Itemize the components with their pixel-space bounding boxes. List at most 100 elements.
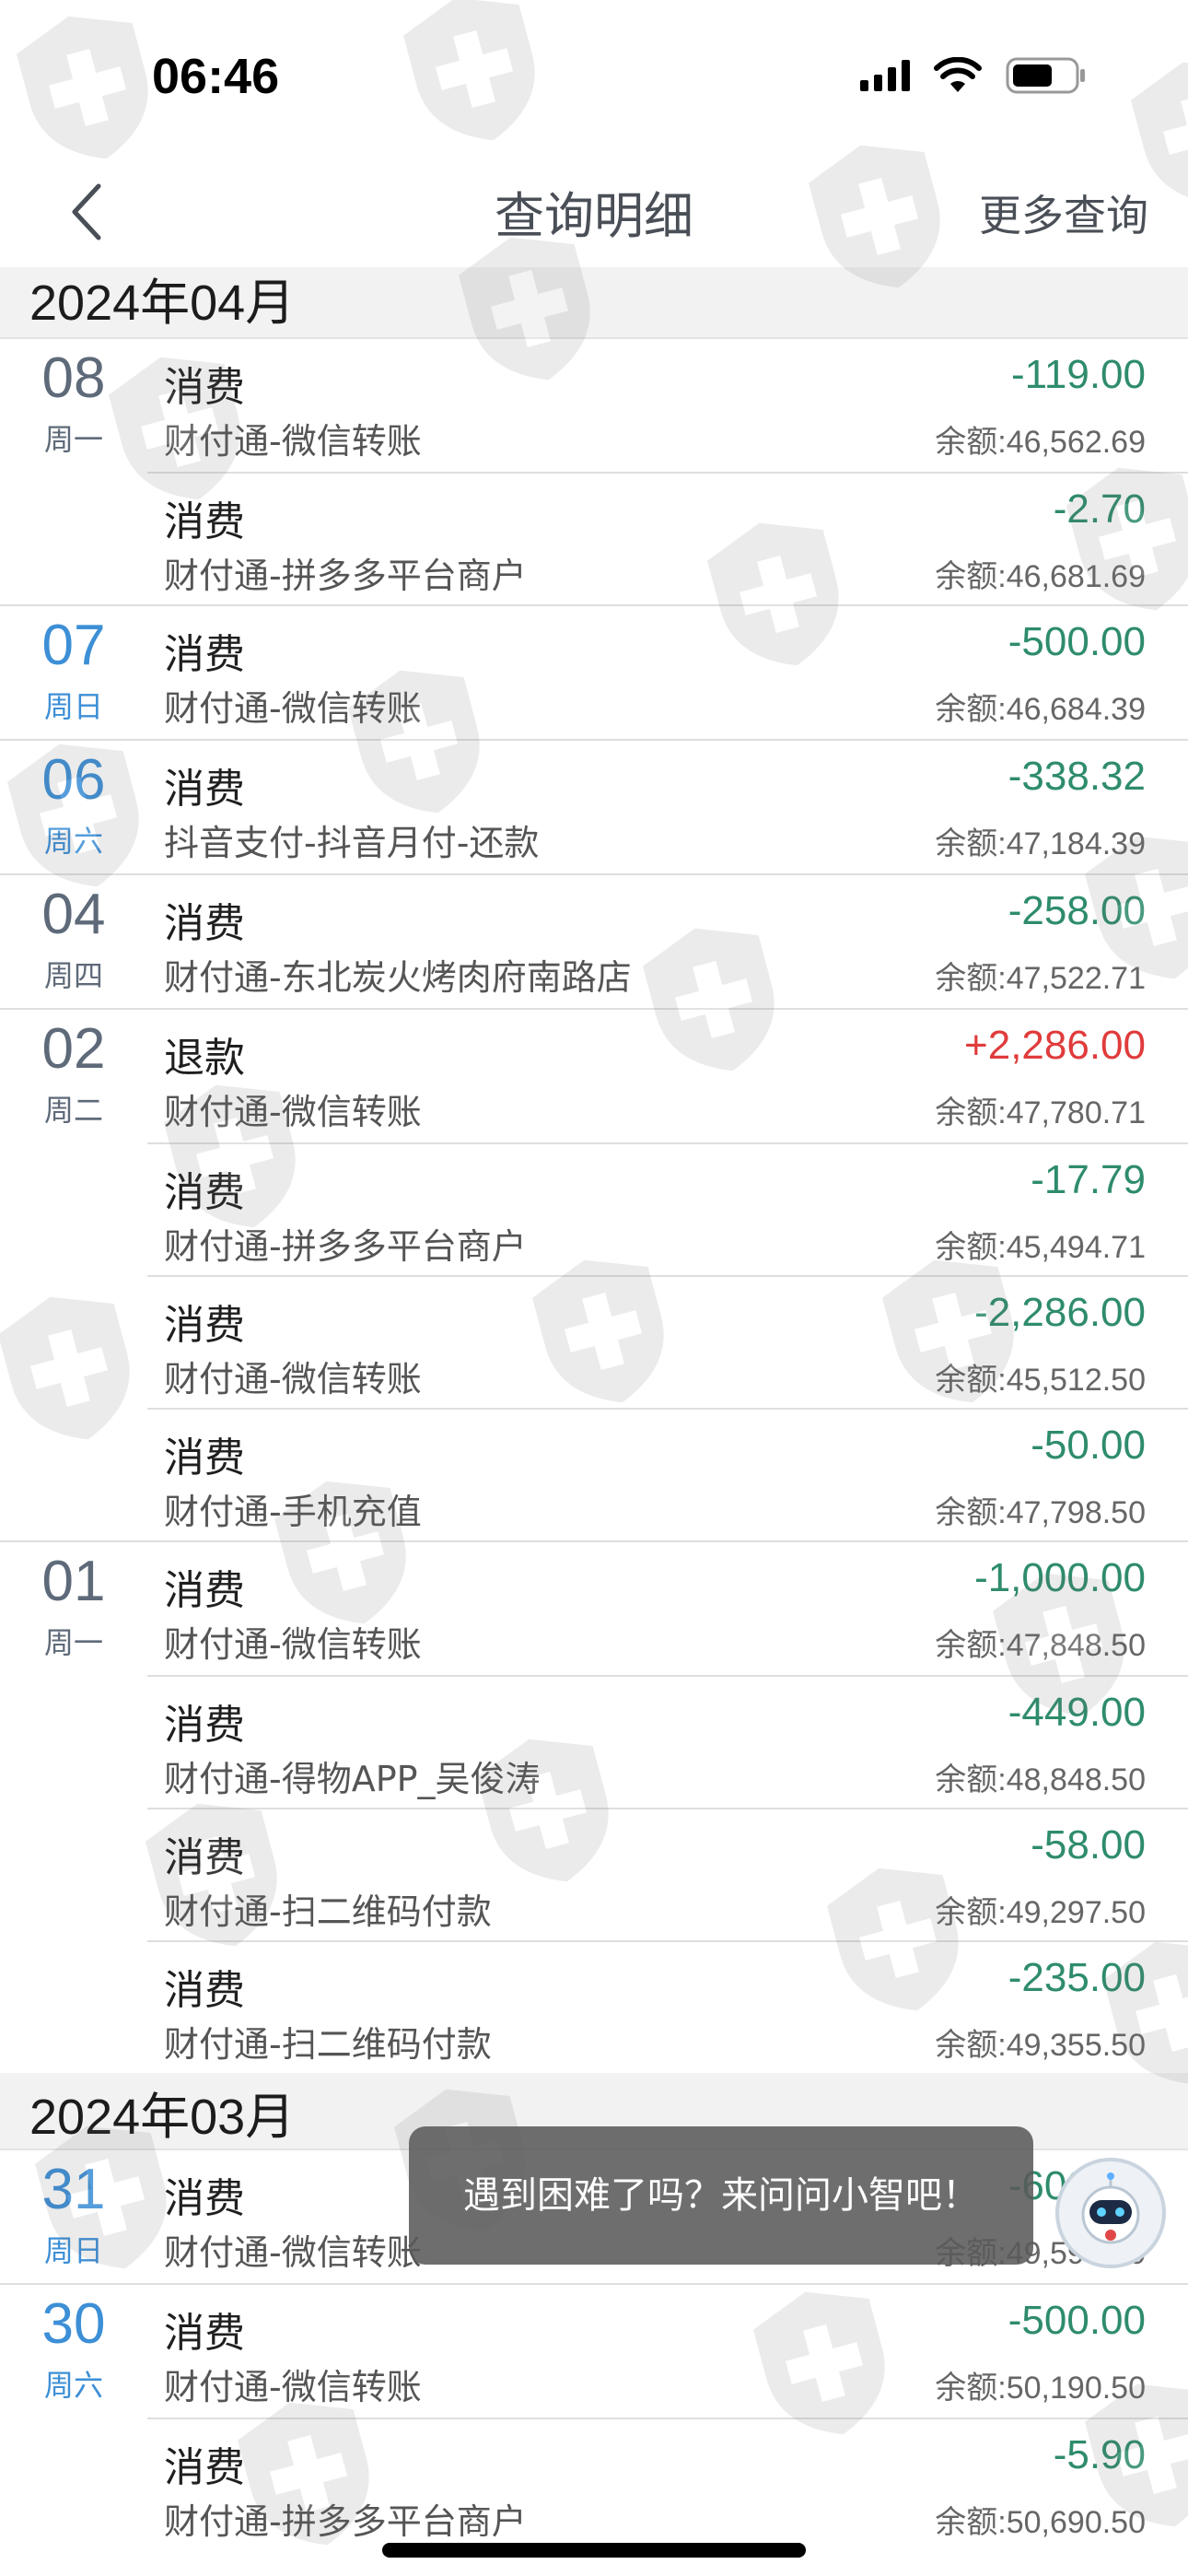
transaction-type: 消费 [164,2310,245,2357]
cellular-signal-icon [860,60,910,91]
transaction-amount: -5.90 [1053,2432,1146,2477]
day-weekday: 周日 [43,2233,103,2268]
transaction-type: 消费 [164,2444,245,2491]
more-query-button[interactable]: 更多查询 [939,182,1188,243]
transaction-balance: 余额:49,355.50 [935,2028,1146,2063]
nav-bar: 查询明细 更多查询 [0,157,1188,267]
transaction-type: 消费 [164,1567,245,1614]
transaction-type: 消费 [164,766,245,813]
transaction-description: 财付通-微信转账 [164,1624,422,1665]
transaction-balance: 余额:50,190.50 [935,2371,1146,2406]
transaction-type: 消费 [164,631,245,678]
transaction-description: 财付通-扫二维码付款 [164,1891,492,1932]
transaction-type: 消费 [164,1702,245,1749]
transaction-balance: 余额:45,512.50 [935,1363,1146,1398]
transaction-balance: 余额:45,494.71 [935,1230,1146,1265]
transaction-row[interactable]: 消费抖音支付-抖音月付-还款 -338.32 余额:47,184.39 [147,741,1188,873]
transaction-balance: 余额:46,684.39 [935,692,1146,727]
transaction-amount: +2,286.00 [964,1023,1146,1068]
transaction-description: 财付通-拼多多平台商户 [164,556,527,596]
transaction-type: 消费 [164,2175,245,2222]
transaction-description: 财付通-微信转账 [164,421,422,462]
transaction-balance: 余额:49,297.50 [935,1895,1146,1930]
transaction-amount: -500.00 [1007,2298,1146,2343]
transaction-type: 消费 [164,364,245,411]
transaction-balance: 余额:47,184.39 [935,826,1146,861]
transaction-amount: -58.00 [1031,1822,1146,1868]
transaction-description: 财付通-微信转账 [164,1092,422,1132]
day-weekday: 周日 [43,689,103,724]
robot-assistant-icon[interactable] [1055,2158,1166,2268]
day-group: 02 周二 退款 财付通-微信转账 +2,286.00 余额:47,780.71 消费 财付通… [0,1008,1188,1540]
day-group: 07 周日 消费 财付通-微信转账 -500.00 余额:46,684.39 [0,604,1188,739]
day-weekday: 周六 [43,824,103,859]
day-weekday: 周一 [43,422,103,457]
day-label: 30 周六 [0,2292,147,2405]
day-label: 08 周一 [0,346,147,459]
day-number: 01 [41,1550,106,1613]
status-bar: 06:46 [0,0,1188,157]
transaction-description: 财付通-拼多多平台商户 [164,1226,527,1267]
transaction-description: 抖音支付-抖音月付-还款 [164,823,540,863]
day-group: 30 周六 消费 财付通-微信转账 -500.00 余额:50,190.50 消费 财付通-拼… [0,2283,1188,2550]
day-number: 08 [41,346,106,410]
transaction-row[interactable]: 消费 财付通-微信转账 -500.00 余额:50,190.50 [147,2285,1188,2418]
day-number: 31 [41,2158,106,2221]
help-toast[interactable]: 遇到困难了吗？来问问小智吧！ [409,2126,1033,2265]
transaction-type: 消费 [164,498,245,545]
transaction-balance: 余额:47,798.50 [935,1495,1146,1530]
transaction-row[interactable]: 消费财付通-手机充值 -50.00 余额:47,798.50 [147,1408,1188,1540]
transaction-balance: 余额:50,690.50 [935,2505,1146,2540]
transaction-description: 财付通-得物APP_吴俊涛 [164,1759,541,1799]
day-number: 06 [41,748,106,812]
transaction-description: 财付通-微信转账 [164,2232,422,2273]
day-group: 06 周六 消费抖音支付-抖音月付-还款 -338.32 余额:47,184.39 [0,739,1188,873]
transaction-amount: -17.79 [1031,1157,1146,1202]
day-weekday: 周四 [43,958,103,993]
transaction-amount: -2.70 [1053,486,1146,532]
transaction-row[interactable]: 退款财付通-微信转账 +2,286.00 余额:47,780.71 [147,1010,1188,1142]
transaction-balance: 余额:46,562.69 [935,425,1146,460]
transaction-row[interactable]: 消费 财付通-微信转账 -2,286.00 余额:45,512.50 [147,1275,1188,1408]
transaction-amount: -50.00 [1031,1423,1146,1468]
day-number: 04 [41,883,106,946]
transaction-row[interactable]: 消费财付通-微信转账 -119.00 余额:46,562.69 [147,339,1188,472]
transaction-row[interactable]: 消费 财付通-微信转账 -500.00 余额:46,684.39 [147,606,1188,739]
day-number: 07 [41,614,106,677]
day-group: 08 周一 消费 财付通-微信转账 -119.00 余额:46,562.69 消费 财付通-拼… [0,339,1188,604]
wifi-icon [934,57,982,94]
day-label: 01 周一 [0,1550,147,1662]
transaction-row[interactable]: 消费财付通-扫二维码付款 -58.00 余额:49,297.50 [147,1808,1188,1940]
day-weekday: 周六 [43,2368,103,2403]
transaction-row[interactable]: 消费 财付通-拼多多平台商户 -17.79 余额:45,494.71 [147,1142,1188,1275]
transaction-row[interactable]: 消费 财付通-扫二维码付款 -235.00 余额:49,355.50 [147,1940,1188,2073]
transaction-balance: 余额:48,848.50 [935,1762,1146,1797]
transaction-type: 消费 [164,1834,245,1881]
day-number: 02 [41,1017,106,1081]
transaction-balance: 余额:47,780.71 [935,1095,1146,1130]
transaction-row[interactable]: 消费财付通-拼多多平台商户 -2.70 余额:46,681.69 [147,472,1188,604]
transaction-amount: -338.32 [1007,754,1146,799]
transaction-row[interactable]: 消费 财付通-拼多多平台商户 -5.90 余额:50,690.50 [147,2418,1188,2550]
transaction-amount: -119.00 [1011,352,1146,397]
day-label: 31 周日 [0,2158,147,2270]
day-label: 06 周六 [0,748,147,861]
battery-icon [1006,57,1087,94]
transaction-description: 财付通-微信转账 [164,1359,422,1399]
status-icons [860,57,1087,94]
transaction-description: 财付通-扫二维码付款 [164,2024,492,2065]
home-indicator [382,2543,806,2558]
transaction-row[interactable]: 消费 财付通-得物APP_吴俊涛 -449.00 余额:48,848.50 [147,1675,1188,1808]
transaction-balance: 余额:47,848.50 [935,1628,1146,1663]
day-group: 04 周四 消费 财付通-东北炭火烤肉府南路店 -258.00 余额:47,522.71 [0,873,1188,1008]
transaction-balance: 余额:46,681.69 [935,559,1146,594]
day-weekday: 周二 [43,1093,103,1128]
status-time: 06:46 [152,49,280,104]
transaction-description: 财付通-手机充值 [164,1492,422,1532]
transaction-description: 财付通-东北炭火烤肉府南路店 [164,957,632,998]
transaction-type: 退款 [164,1035,245,1082]
transaction-type: 消费 [164,1434,245,1481]
transaction-row[interactable]: 消费 财付通-东北炭火烤肉府南路店 -258.00 余额:47,522.71 [147,875,1188,1008]
transaction-row[interactable]: 消费 财付通-微信转账 -1,000.00 余额:47,848.50 [147,1542,1188,1675]
transaction-amount: -2,286.00 [974,1290,1146,1335]
